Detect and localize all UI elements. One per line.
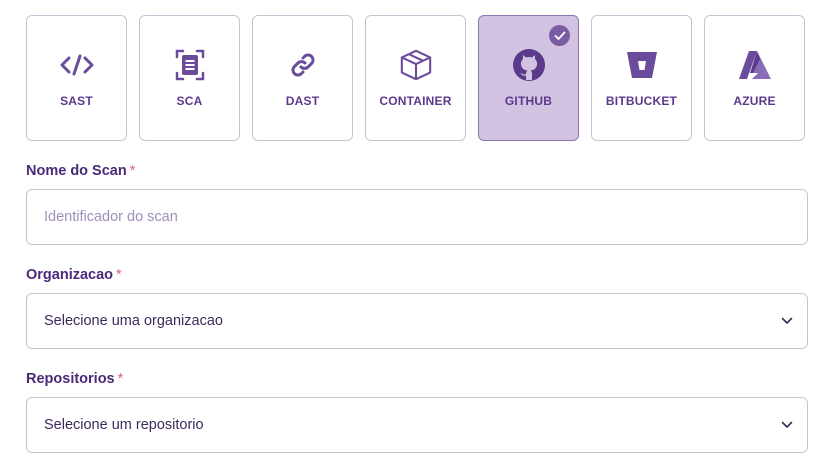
organization-label-text: Organizacao <box>26 267 114 283</box>
scan-type-sca[interactable]: SCA <box>139 15 240 141</box>
scan-type-label: BITBUCKET <box>605 94 678 108</box>
azure-icon <box>738 48 772 82</box>
box-icon <box>399 48 433 82</box>
scan-type-label: AZURE <box>733 94 776 108</box>
scan-type-sast[interactable]: SAST <box>26 15 127 141</box>
scan-type-label: DAST <box>285 94 320 108</box>
organization-select[interactable]: Selecione uma organizacao <box>26 293 808 349</box>
repositories-label: Repositorios * <box>26 371 123 387</box>
scan-name-label: Nome do Scan * <box>26 163 135 179</box>
scan-type-github[interactable]: GITHUB <box>478 15 579 141</box>
scan-type-label: GITHUB <box>504 94 553 108</box>
scan-type-label: SAST <box>60 94 93 108</box>
link-icon <box>286 48 320 82</box>
bitbucket-icon <box>625 48 659 82</box>
repositories-label-text: Repositorios <box>26 371 115 387</box>
scan-type-azure[interactable]: AZURE <box>704 15 805 141</box>
check-icon <box>549 25 570 46</box>
scan-type-dast[interactable]: DAST <box>252 15 353 141</box>
scan-name-label-text: Nome do Scan <box>26 163 127 179</box>
repositories-select-value: Selecione um repositorio <box>44 417 204 433</box>
scan-type-label: CONTAINER <box>379 94 452 108</box>
code-icon <box>60 48 94 82</box>
github-icon <box>512 48 546 82</box>
chevron-down-icon <box>781 419 793 431</box>
required-mark: * <box>117 371 124 387</box>
scan-type-selector: SAST SCA DAST CONTAINER GITHUB BITBUCKET… <box>26 15 805 141</box>
repositories-select[interactable]: Selecione um repositorio <box>26 397 808 453</box>
organization-label: Organizacao * <box>26 267 122 283</box>
scan-name-input[interactable] <box>44 209 807 225</box>
required-mark: * <box>116 267 122 283</box>
organization-select-value: Selecione uma organizacao <box>44 313 223 329</box>
chevron-down-icon <box>781 315 793 327</box>
document-scan-icon <box>173 48 207 82</box>
scan-name-field <box>26 189 808 245</box>
scan-type-label: SCA <box>176 94 203 108</box>
required-mark: * <box>129 163 136 179</box>
scan-type-container[interactable]: CONTAINER <box>365 15 466 141</box>
scan-type-bitbucket[interactable]: BITBUCKET <box>591 15 692 141</box>
